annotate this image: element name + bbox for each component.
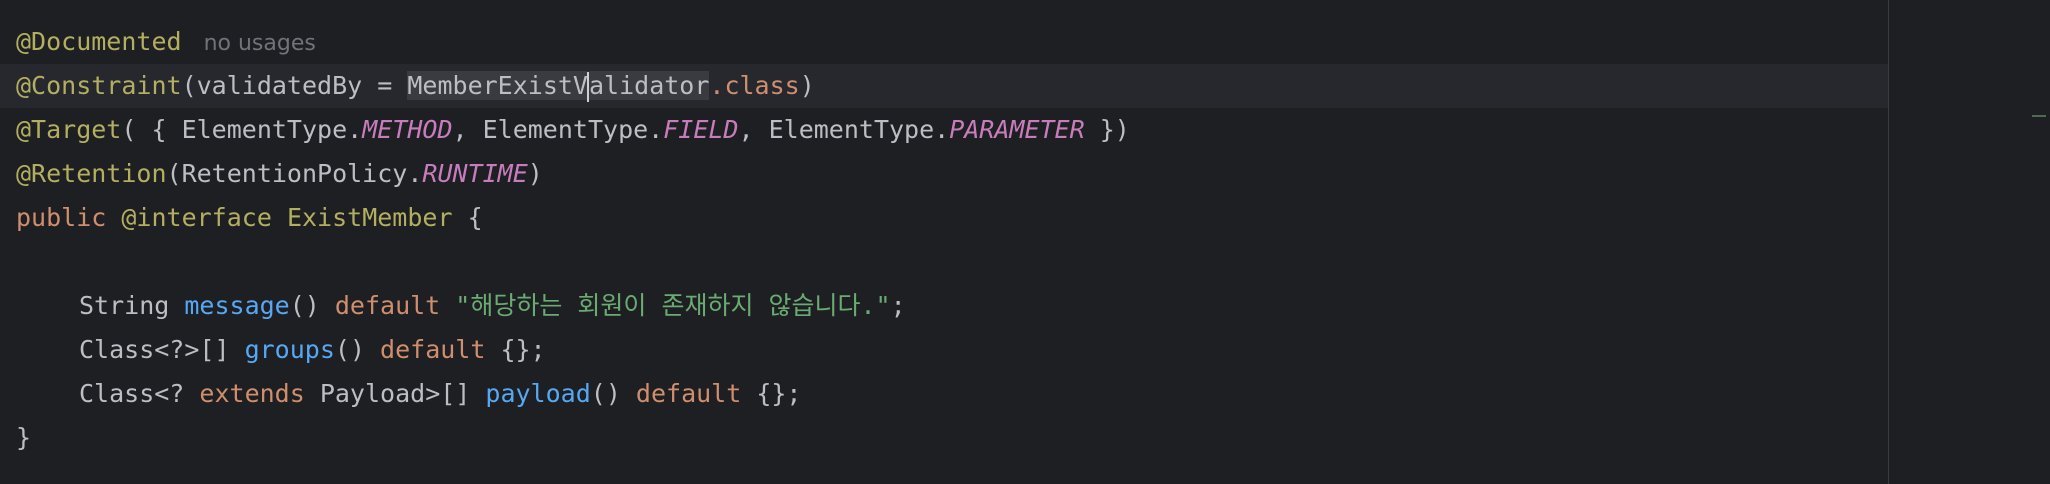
runtime-constant: RUNTIME <box>422 159 528 188</box>
payload-default-value: {}; <box>741 379 802 408</box>
interface-keyword: @interface <box>121 203 272 232</box>
public-keyword: public <box>16 203 107 232</box>
code-area[interactable]: @Documented no usages @Constraint(validat… <box>0 20 1888 460</box>
class-generic-open: Class<? <box>79 379 200 408</box>
message-parens: () <box>289 291 335 320</box>
constraint-args-open: (validatedBy = <box>181 71 408 100</box>
code-line-9[interactable]: Class<? extends Payload>[] payload() def… <box>0 372 1888 416</box>
dot-class-keyword: .class <box>709 71 800 100</box>
constraint-args-close: ) <box>799 71 815 100</box>
default-keyword: default <box>380 335 486 364</box>
right-margin-guide <box>1888 0 1889 484</box>
message-string-literal: "해당하는 회원이 존재하지 않습니다." <box>455 291 891 320</box>
retention-args-open: (RetentionPolicy. <box>166 159 423 188</box>
target-args-part-3: , ElementType. <box>738 115 950 144</box>
default-keyword: default <box>334 291 441 320</box>
string-type: String <box>79 291 185 320</box>
payload-method: payload <box>485 379 591 408</box>
target-args-close: }) <box>1084 115 1130 144</box>
annotation-type-name: ExistMember <box>286 203 453 232</box>
code-line-3[interactable]: @Target( { ElementType.METHOD, ElementTy… <box>0 108 1888 152</box>
class-array-type: Class<?>[] <box>79 335 245 364</box>
message-method: message <box>184 291 290 320</box>
open-brace: { <box>452 203 483 232</box>
retention-annotation: @Retention <box>16 159 167 188</box>
payload-parens: () <box>590 379 636 408</box>
usage-hint[interactable]: no usages <box>204 31 316 56</box>
parameter-constant: PARAMETER <box>949 115 1085 144</box>
target-args-part-2: , ElementType. <box>452 115 664 144</box>
semicolon: ; <box>890 291 906 320</box>
groups-default-value: {}; <box>485 335 546 364</box>
documented-annotation: @Documented <box>16 27 182 56</box>
validator-class-name-start: MemberExistV <box>407 71 588 100</box>
code-line-4[interactable]: @Retention(RetentionPolicy.RUNTIME) <box>0 152 1888 196</box>
constraint-annotation: @Constraint <box>16 71 182 100</box>
method-constant: METHOD <box>362 115 453 144</box>
groups-parens: () <box>334 335 381 364</box>
groups-method: groups <box>244 335 335 364</box>
code-line-5[interactable]: public @interface ExistMember { <box>0 196 1888 240</box>
field-constant: FIELD <box>663 115 739 144</box>
code-line-2[interactable]: @Constraint(validatedBy = MemberExistVal… <box>0 64 1888 108</box>
payload-type: Payload>[] <box>304 379 486 408</box>
target-annotation: @Target <box>16 115 122 144</box>
code-editor[interactable]: @Documented no usages @Constraint(validat… <box>0 0 2050 484</box>
code-line-8[interactable]: Class<?>[] groups() default {}; <box>0 328 1888 372</box>
close-brace: } <box>16 423 32 452</box>
default-keyword: default <box>635 379 742 408</box>
code-line-10[interactable]: } <box>0 416 1888 460</box>
validator-class-name-end: alidator <box>588 71 710 100</box>
retention-args-close: ) <box>527 159 543 188</box>
scrollbar-change-marker[interactable] <box>2032 115 2046 117</box>
extends-keyword: extends <box>199 379 305 408</box>
code-line-1[interactable]: @Documented no usages <box>0 20 1888 64</box>
code-line-6-empty[interactable] <box>0 240 1888 284</box>
code-line-7[interactable]: String message() default "해당하는 회원이 존재하지 … <box>0 284 1888 328</box>
target-args-part-1: ( { ElementType. <box>121 115 363 144</box>
